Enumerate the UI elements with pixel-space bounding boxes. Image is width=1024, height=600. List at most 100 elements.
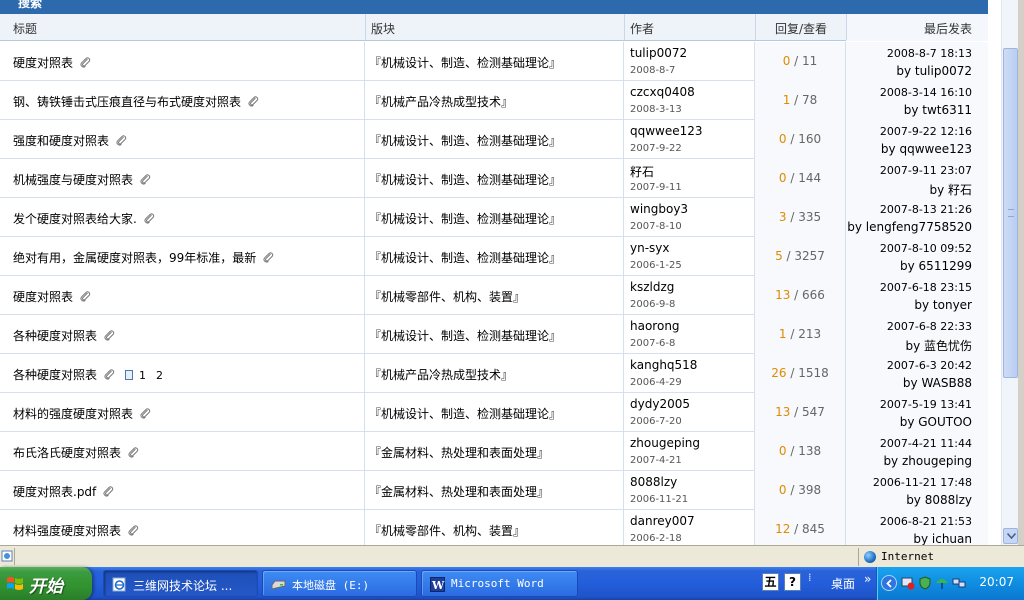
column-header-author[interactable]: 作者 bbox=[630, 20, 654, 37]
thread-title-link[interactable]: 强度和硬度对照表 bbox=[13, 134, 109, 148]
last-post-time[interactable]: 2007-5-19 13:41 bbox=[880, 398, 972, 411]
show-hidden-icons-button[interactable] bbox=[881, 575, 897, 591]
last-post-author[interactable]: by 8088lzy bbox=[906, 493, 972, 507]
last-post-author[interactable]: by tonyer bbox=[914, 298, 972, 312]
table-row[interactable]: 硬度对照表 『机械零部件、机构、装置』 kszldzg 2006-9-8 13 / 66… bbox=[0, 276, 988, 315]
forum-link[interactable]: 『机械设计、制造、检测基础理论』 bbox=[369, 210, 561, 227]
column-header-replies[interactable]: 回复/查看 bbox=[775, 20, 827, 37]
table-row[interactable]: 硬度对照表.pdf 『金属材料、热处理和表面处理』 8088lzy 2006-11-2… bbox=[0, 471, 988, 510]
table-row[interactable]: 绝对有用，金属硬度对照表，99年标准，最新 『机械设计、制造、检测基础理论』 yn-… bbox=[0, 237, 988, 276]
last-post-author[interactable]: by WASB88 bbox=[903, 376, 972, 390]
umbrella-icon[interactable] bbox=[935, 576, 949, 590]
author-link[interactable]: kszldzg bbox=[630, 280, 674, 294]
table-row[interactable]: 强度和硬度对照表 『机械设计、制造、检测基础理论』 qqwwee123 2007-9-… bbox=[0, 120, 988, 159]
scrollbar-thumb[interactable] bbox=[1003, 48, 1018, 378]
author-link[interactable]: czcxq0408 bbox=[630, 85, 695, 99]
last-post-author[interactable]: by lengfeng7758520 bbox=[847, 220, 972, 234]
table-row[interactable]: 材料的强度硬度对照表 『机械设计、制造、检测基础理论』 dydy2005 2006-7… bbox=[0, 393, 988, 432]
author-link[interactable]: wingboy3 bbox=[630, 202, 688, 216]
forum-link[interactable]: 『金属材料、热处理和表面处理』 bbox=[369, 444, 549, 461]
network-icon[interactable] bbox=[952, 576, 966, 590]
author-link[interactable]: haorong bbox=[630, 319, 680, 333]
thread-title-link[interactable]: 硬度对照表.pdf bbox=[13, 485, 96, 499]
thread-title-link[interactable]: 发个硬度对照表给大家. bbox=[13, 212, 137, 226]
forum-link[interactable]: 『机械设计、制造、检测基础理论』 bbox=[369, 405, 561, 422]
last-post-time[interactable]: 2008-8-7 18:13 bbox=[887, 47, 972, 60]
taskbar-item-local-disk[interactable]: 本地磁盘 (E:) bbox=[262, 570, 417, 597]
column-header-forum[interactable]: 版块 bbox=[371, 20, 395, 37]
author-link[interactable]: qqwwee123 bbox=[630, 124, 703, 138]
desktop-toolbar-label[interactable]: 桌面 bbox=[831, 575, 855, 592]
author-link[interactable]: zhougeping bbox=[630, 436, 700, 450]
ime-help-button[interactable]: ? bbox=[784, 573, 801, 591]
ime-toolbar[interactable]: 五 ? bbox=[762, 573, 802, 593]
desktop-toolbar-chevron[interactable]: » bbox=[864, 572, 871, 586]
last-post-time[interactable]: 2007-6-18 23:15 bbox=[880, 281, 972, 294]
last-post-author[interactable]: by qqwwee123 bbox=[881, 142, 972, 156]
author-link[interactable]: 籽石 bbox=[630, 163, 654, 180]
last-post-author[interactable]: by twt6311 bbox=[904, 103, 972, 117]
network-warning-icon[interactable] bbox=[901, 576, 915, 590]
author-link[interactable]: tulip0072 bbox=[630, 46, 687, 60]
ime-input-mode[interactable]: 五 bbox=[762, 573, 779, 591]
forum-link[interactable]: 『机械设计、制造、检测基础理论』 bbox=[369, 249, 561, 266]
table-row[interactable]: 发个硬度对照表给大家. 『机械设计、制造、检测基础理论』 wingboy3 2007-… bbox=[0, 198, 988, 237]
last-post-author[interactable]: by 蓝色忧伤 bbox=[905, 337, 972, 354]
table-row[interactable]: 各种硬度对照表 『机械设计、制造、检测基础理论』 haorong 2007-6-8 1 … bbox=[0, 315, 988, 354]
start-button[interactable]: 开始 bbox=[0, 567, 92, 600]
last-post-time[interactable]: 2007-9-22 12:16 bbox=[880, 125, 972, 138]
last-post-time[interactable]: 2006-11-21 17:48 bbox=[873, 476, 972, 489]
last-post-author[interactable]: by 籽石 bbox=[929, 181, 972, 198]
security-shield-icon[interactable] bbox=[918, 576, 932, 590]
taskbar-item-forum[interactable]: 三维网技术论坛 ... bbox=[103, 570, 258, 597]
thread-title-link[interactable]: 机械强度与硬度对照表 bbox=[13, 173, 133, 187]
forum-link[interactable]: 『机械设计、制造、检测基础理论』 bbox=[369, 327, 561, 344]
table-row[interactable]: 材料强度硬度对照表 『机械零部件、机构、装置』 danrey007 2006-2-18… bbox=[0, 510, 988, 545]
author-link[interactable]: danrey007 bbox=[630, 514, 695, 528]
author-link[interactable]: dydy2005 bbox=[630, 397, 690, 411]
page-link[interactable]: 1 bbox=[139, 369, 146, 382]
forum-link[interactable]: 『金属材料、热处理和表面处理』 bbox=[369, 483, 549, 500]
forum-link[interactable]: 『机械设计、制造、检测基础理论』 bbox=[369, 171, 561, 188]
taskbar-clock[interactable]: 20:07 bbox=[979, 575, 1014, 589]
forum-link[interactable]: 『机械零部件、机构、装置』 bbox=[369, 522, 525, 539]
author-link[interactable]: yn-syx bbox=[630, 241, 670, 255]
thread-title-link[interactable]: 材料强度硬度对照表 bbox=[13, 524, 121, 538]
thread-title-link[interactable]: 硬度对照表 bbox=[13, 290, 73, 304]
last-post-author[interactable]: by GOUTOO bbox=[900, 415, 972, 429]
forum-link[interactable]: 『机械设计、制造、检测基础理论』 bbox=[369, 132, 561, 149]
vertical-scrollbar[interactable] bbox=[1001, 0, 1018, 545]
table-row[interactable]: 各种硬度对照表 1 2 『机械产品冷热成型技术』 kanghq518 2006-4-29 2… bbox=[0, 354, 988, 393]
last-post-author[interactable]: by zhougeping bbox=[883, 454, 972, 468]
table-row[interactable]: 布氏洛氏硬度对照表 『金属材料、热处理和表面处理』 zhougeping 2007-4… bbox=[0, 432, 988, 471]
forum-link[interactable]: 『机械产品冷热成型技术』 bbox=[369, 93, 513, 110]
column-header-title[interactable]: 标题 bbox=[13, 20, 37, 37]
forum-link[interactable]: 『机械设计、制造、检测基础理论』 bbox=[369, 54, 561, 71]
table-row[interactable]: 机械强度与硬度对照表 『机械设计、制造、检测基础理论』 籽石 2007-9-11 0 /… bbox=[0, 159, 988, 198]
last-post-time[interactable]: 2007-9-11 23:07 bbox=[880, 164, 972, 177]
scroll-down-button[interactable] bbox=[1003, 528, 1018, 544]
author-link[interactable]: kanghq518 bbox=[630, 358, 697, 372]
ime-menu-icon[interactable]: ⁞ bbox=[808, 572, 812, 583]
thread-title-link[interactable]: 各种硬度对照表 bbox=[13, 329, 97, 343]
last-post-time[interactable]: 2008-3-14 16:10 bbox=[880, 86, 972, 99]
table-row[interactable]: 钢、铸铁锤击式压痕直径与布式硬度对照表 『机械产品冷热成型技术』 czcxq0408… bbox=[0, 81, 988, 120]
table-row[interactable]: 硬度对照表 『机械设计、制造、检测基础理论』 tulip0072 2008-8-7 0 … bbox=[0, 42, 988, 81]
last-post-time[interactable]: 2007-6-3 20:42 bbox=[887, 359, 972, 372]
page-link[interactable]: 2 bbox=[156, 369, 163, 382]
last-post-time[interactable]: 2007-8-10 09:52 bbox=[880, 242, 972, 255]
last-post-time[interactable]: 2006-8-21 21:53 bbox=[880, 515, 972, 528]
thread-title-link[interactable]: 各种硬度对照表 bbox=[13, 368, 97, 382]
last-post-time[interactable]: 2007-8-13 21:26 bbox=[880, 203, 972, 216]
column-header-last-post[interactable]: 最后发表 bbox=[924, 20, 972, 37]
last-post-author[interactable]: by tulip0072 bbox=[896, 64, 972, 78]
last-post-author[interactable]: by ichuan bbox=[913, 532, 972, 545]
last-post-time[interactable]: 2007-4-21 11:44 bbox=[880, 437, 972, 450]
thread-title-link[interactable]: 硬度对照表 bbox=[13, 56, 73, 70]
thread-title-link[interactable]: 绝对有用，金属硬度对照表，99年标准，最新 bbox=[13, 251, 256, 265]
thread-title-link[interactable]: 材料的强度硬度对照表 bbox=[13, 407, 133, 421]
last-post-time[interactable]: 2007-6-8 22:33 bbox=[887, 320, 972, 333]
thread-title-link[interactable]: 布氏洛氏硬度对照表 bbox=[13, 446, 121, 460]
last-post-author[interactable]: by 6511299 bbox=[900, 259, 972, 273]
forum-link[interactable]: 『机械零部件、机构、装置』 bbox=[369, 288, 525, 305]
